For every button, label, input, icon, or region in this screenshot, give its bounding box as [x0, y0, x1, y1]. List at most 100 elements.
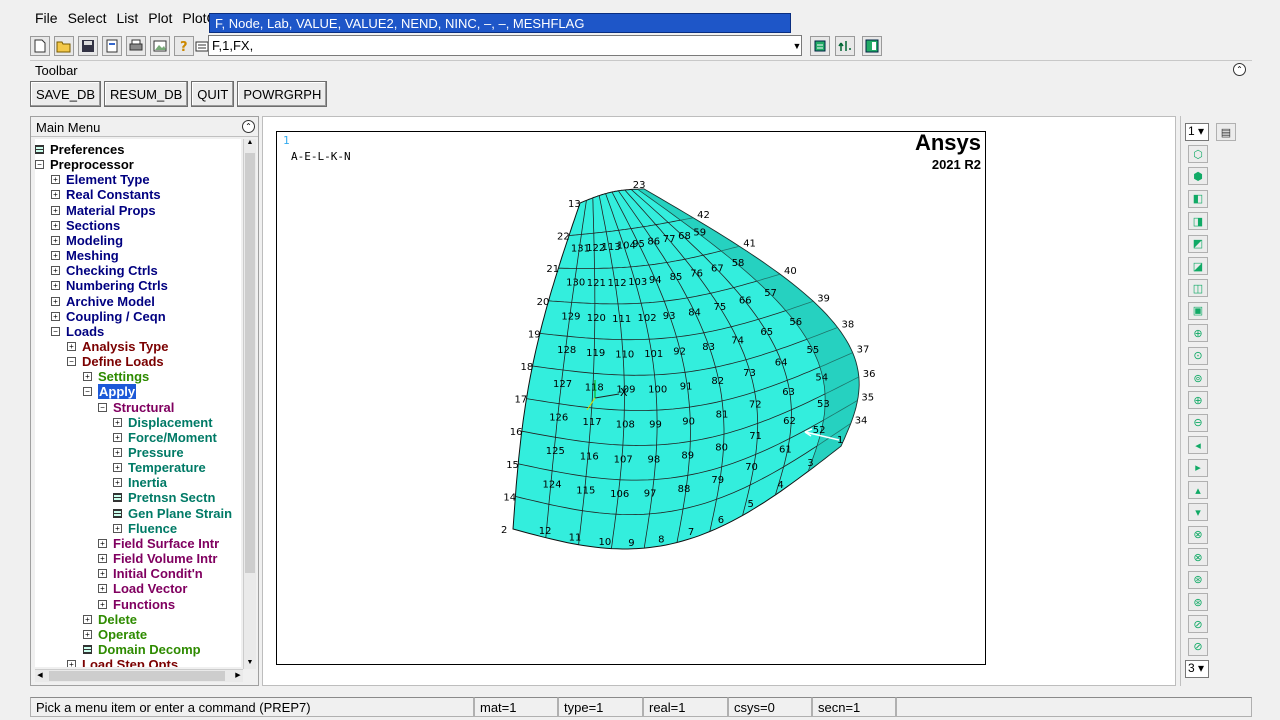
expand-node-icon[interactable]: + — [113, 478, 122, 488]
mesh-plot[interactable]: 1 A-E-L-K-N Ansys 2021 R2 13222120191817… — [277, 132, 985, 664]
menu-list[interactable]: List — [111, 9, 143, 29]
oblique-view-icon[interactable]: ⬢ — [1188, 167, 1208, 186]
menu-item[interactable]: + Analysis Type — [67, 339, 168, 354]
rotate-x-pos-icon[interactable]: ⊗ — [1188, 525, 1208, 544]
graphics-viewport[interactable]: 1 A-E-L-K-N Ansys 2021 R2 13 22 21 20 19 18 17… — [276, 131, 986, 665]
menu-item[interactable]: + Load Step Opts — [67, 657, 178, 667]
iso-view-icon[interactable]: ⬡ — [1188, 145, 1208, 163]
command-history-dropdown[interactable]: ▼ — [790, 36, 804, 55]
expand-node-icon[interactable]: + — [67, 660, 76, 667]
menu-file[interactable]: File — [30, 9, 63, 29]
menu-item[interactable]: + Initial Condit'n — [98, 566, 203, 581]
menu-item[interactable]: + Checking Ctrls — [51, 263, 158, 278]
menu-item[interactable]: + Modeling — [51, 233, 123, 248]
expand-node-icon[interactable]: + — [83, 614, 92, 624]
command-grid-icon[interactable] — [113, 508, 122, 518]
expand-node-icon[interactable]: + — [51, 175, 60, 185]
expand-node-icon[interactable]: + — [98, 584, 107, 594]
expand-node-icon[interactable]: + — [51, 296, 60, 306]
menu-item[interactable]: Domain Decomp — [83, 642, 201, 657]
bottom-view-icon[interactable]: ◪ — [1188, 257, 1208, 275]
expand-node-icon[interactable]: + — [51, 235, 60, 245]
scroll-up-icon[interactable]: ▲ — [245, 139, 255, 149]
contact-manager-icon[interactable] — [862, 36, 882, 56]
expand-node-icon[interactable]: + — [113, 448, 122, 457]
scroll-down-icon[interactable]: ▼ — [245, 659, 255, 669]
open-folder-icon[interactable] — [54, 36, 74, 56]
pan-up-icon[interactable]: ▴ — [1188, 481, 1208, 499]
menu-item[interactable]: + Operate — [83, 627, 147, 642]
expand-node-icon[interactable]: + — [51, 190, 60, 200]
expand-node-icon[interactable]: + — [51, 266, 60, 276]
rotate-x-neg-icon[interactable]: ⊗ — [1188, 548, 1208, 567]
command-grid-icon[interactable] — [83, 644, 92, 654]
menu-item[interactable]: − Apply — [83, 384, 137, 400]
menu-item[interactable]: + Material Props — [51, 203, 156, 218]
scroll-right-icon[interactable]: ▶ — [233, 671, 243, 681]
new-file-icon[interactable] — [30, 36, 50, 56]
expand-node-icon[interactable]: + — [51, 311, 60, 321]
expand-node-icon[interactable]: + — [98, 569, 107, 579]
collapse-node-icon[interactable]: − — [67, 357, 76, 367]
window-select-dropdown[interactable]: 1 ▾ — [1185, 123, 1209, 141]
expand-node-icon[interactable]: + — [67, 341, 76, 351]
command-grid-icon[interactable] — [113, 493, 122, 503]
scroll-left-icon[interactable]: ◀ — [35, 671, 45, 681]
front-view-icon[interactable]: ◧ — [1188, 189, 1208, 208]
menu-item[interactable]: + Displacement — [113, 415, 213, 430]
menu-item[interactable]: + Inertia — [113, 475, 167, 490]
collapse-node-icon[interactable]: − — [83, 387, 92, 397]
menu-item[interactable]: + Delete — [83, 612, 137, 627]
report-icon[interactable] — [102, 36, 122, 56]
help-icon[interactable]: ? — [174, 36, 194, 56]
vertical-scroll-thumb[interactable] — [245, 153, 255, 573]
menu-item[interactable]: + Pressure — [113, 445, 184, 460]
reset-picking-icon[interactable] — [835, 36, 855, 56]
menu-item[interactable]: Gen Plane Strain — [113, 506, 232, 521]
quit-button[interactable]: QUIT — [191, 81, 235, 107]
pan-right-icon[interactable]: ▸ — [1188, 458, 1208, 477]
expand-node-icon[interactable]: + — [113, 417, 122, 427]
menu-item[interactable]: + Fluence — [113, 521, 177, 536]
expand-node-icon[interactable]: + — [51, 220, 60, 230]
menu-item[interactable]: + Coupling / Ceqn — [51, 309, 166, 324]
menu-item[interactable]: + Archive Model — [51, 294, 155, 309]
print-icon[interactable] — [126, 36, 146, 56]
expand-node-icon[interactable]: + — [98, 554, 107, 564]
collapse-node-icon[interactable]: − — [51, 326, 60, 336]
main-menu-horizontal-scrollbar[interactable]: ◀ ▶ — [35, 669, 243, 682]
expand-node-icon[interactable]: + — [51, 251, 60, 261]
horizontal-scroll-thumb[interactable] — [49, 671, 225, 681]
collapse-toolbar-icon[interactable]: ⌃ — [1233, 63, 1246, 76]
menu-item[interactable]: + Force/Moment — [113, 430, 217, 445]
rotate-z-pos-icon[interactable]: ⊘ — [1188, 615, 1208, 634]
menu-item[interactable]: + Sections — [51, 218, 120, 233]
command-input[interactable] — [208, 35, 802, 56]
menu-item[interactable]: + Temperature — [113, 460, 206, 475]
menu-item[interactable]: + Settings — [83, 369, 149, 384]
expand-node-icon[interactable]: + — [98, 538, 107, 548]
rotate-y-pos-icon[interactable]: ⊛ — [1188, 570, 1208, 589]
menu-item[interactable]: Pretnsn Sectn — [113, 490, 215, 505]
expand-node-icon[interactable]: + — [98, 599, 107, 609]
menu-plot[interactable]: Plot — [143, 9, 177, 29]
menu-item[interactable]: + Real Constants — [51, 187, 161, 202]
collapse-node-icon[interactable]: − — [98, 402, 107, 412]
zoom-back-icon[interactable]: ⊚ — [1188, 369, 1208, 387]
image-capture-icon[interactable] — [150, 36, 170, 56]
rotate-z-neg-icon[interactable]: ⊘ — [1188, 637, 1208, 656]
menu-item[interactable]: + Field Volume Intr — [98, 551, 218, 566]
menu-item[interactable]: + Field Surface Intr — [98, 536, 219, 551]
right-view-icon[interactable]: ◫ — [1188, 279, 1208, 298]
menu-item[interactable]: + Element Type — [51, 172, 150, 187]
menu-item[interactable]: − Structural — [98, 400, 174, 415]
back-view-icon[interactable]: ◩ — [1188, 234, 1208, 253]
raise-hidden-icon[interactable] — [810, 36, 830, 56]
expand-node-icon[interactable]: + — [83, 629, 92, 639]
dynamic-rotation-dropdown[interactable]: 3 ▾ — [1185, 660, 1209, 678]
menu-item[interactable]: + Numbering Ctrls — [51, 278, 168, 293]
expand-node-icon[interactable]: + — [83, 372, 92, 382]
zoom-in-icon[interactable]: ⊕ — [1188, 391, 1208, 410]
expand-node-icon[interactable]: + — [51, 205, 60, 215]
collapse-main-menu-icon[interactable]: ⌃ — [242, 120, 255, 133]
